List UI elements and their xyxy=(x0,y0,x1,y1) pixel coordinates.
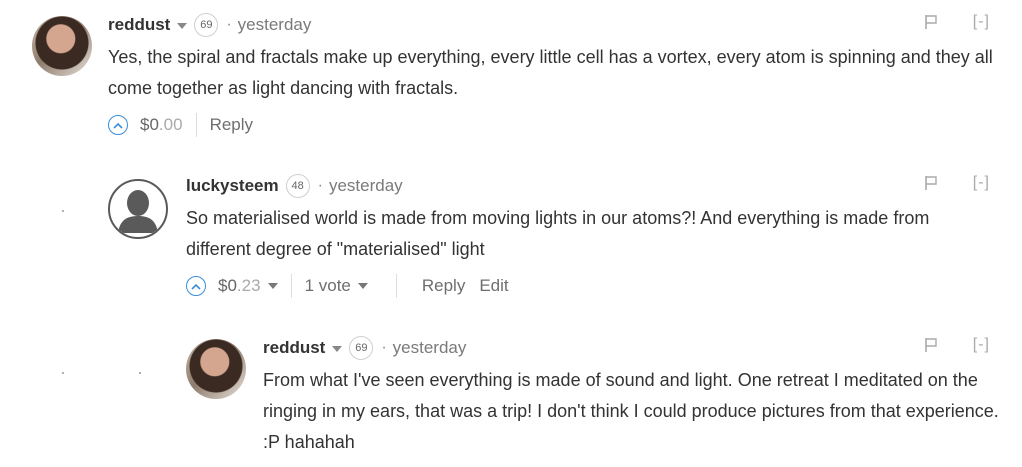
thread-marker xyxy=(139,372,141,374)
reply-link[interactable]: Reply xyxy=(210,115,253,135)
reputation-badge: 69 xyxy=(349,336,374,360)
avatar[interactable] xyxy=(32,16,92,76)
collapse-button[interactable]: [-] xyxy=(973,336,990,353)
comment-reddust-2: reddust 69 · yesterday [-] From what I'v… xyxy=(0,322,1022,467)
payout-main: $0 xyxy=(218,276,237,295)
avatar[interactable] xyxy=(108,179,168,239)
upvote-button[interactable] xyxy=(186,276,206,296)
payout-cents: .00 xyxy=(158,115,183,134)
payout-cents: .23 xyxy=(236,276,261,295)
comment-header: reddust 69 · yesterday [-] xyxy=(108,13,990,37)
comment-footer: $0.23 1 vote Reply Edit xyxy=(186,272,509,300)
comment-header: reddust 69 · yesterday [-] xyxy=(263,336,990,360)
separator-dot: · xyxy=(317,177,323,194)
author-name[interactable]: reddust xyxy=(108,15,170,35)
edit-link[interactable]: Edit xyxy=(479,276,508,296)
votes-caret-down-icon[interactable] xyxy=(357,283,368,289)
payout-caret-down-icon[interactable] xyxy=(267,283,278,289)
timestamp[interactable]: yesterday xyxy=(329,176,403,196)
payout-value[interactable]: $0.00 xyxy=(140,115,183,135)
comment-reddust-1: reddust 69 · yesterday [-] Yes, the spir… xyxy=(0,0,1022,150)
timestamp[interactable]: yesterday xyxy=(393,338,467,358)
comment-header: luckysteem 48 · yesterday [-] xyxy=(186,174,990,198)
avatar[interactable] xyxy=(186,339,246,399)
payout-value[interactable]: $0.23 xyxy=(218,276,261,296)
comment-body: Yes, the spiral and fractals make up eve… xyxy=(108,47,993,98)
author-menu-caret-icon[interactable] xyxy=(177,23,188,29)
comment-actions: [-] xyxy=(924,336,990,354)
collapse-button[interactable]: [-] xyxy=(973,174,990,191)
author-name[interactable]: reddust xyxy=(263,338,325,358)
reputation-badge: 48 xyxy=(285,174,310,198)
comment-luckysteem: luckysteem 48 · yesterday [-] So materia… xyxy=(0,160,1022,310)
votes-dropdown[interactable]: 1 vote xyxy=(305,276,351,296)
chevron-up-icon xyxy=(191,283,201,290)
collapse-button[interactable]: [-] xyxy=(973,13,990,30)
reply-link[interactable]: Reply xyxy=(422,276,465,296)
comment-body: So materialised world is made from movin… xyxy=(186,208,930,259)
upvote-button[interactable] xyxy=(108,115,128,135)
author-name[interactable]: luckysteem xyxy=(186,176,279,196)
flag-icon[interactable] xyxy=(924,337,938,353)
flag-icon[interactable] xyxy=(924,175,938,191)
timestamp[interactable]: yesterday xyxy=(238,15,312,35)
thread-marker xyxy=(62,210,64,212)
thread-marker xyxy=(62,372,64,374)
chevron-up-icon xyxy=(113,122,123,129)
comment-footer: $0.00 Reply xyxy=(108,111,253,139)
divider xyxy=(395,274,397,298)
author-menu-caret-icon[interactable] xyxy=(332,346,343,352)
divider xyxy=(290,274,292,298)
reputation-badge: 69 xyxy=(194,13,219,37)
comment-body: From what I've seen everything is made o… xyxy=(263,370,999,452)
separator-dot: · xyxy=(381,339,387,356)
comment-actions: [-] xyxy=(924,174,990,192)
payout-main: $0 xyxy=(140,115,159,134)
flag-icon[interactable] xyxy=(924,14,938,30)
comment-actions: [-] xyxy=(924,13,990,31)
user-silhouette-icon xyxy=(118,190,158,233)
divider xyxy=(195,113,197,137)
separator-dot: · xyxy=(226,16,232,33)
